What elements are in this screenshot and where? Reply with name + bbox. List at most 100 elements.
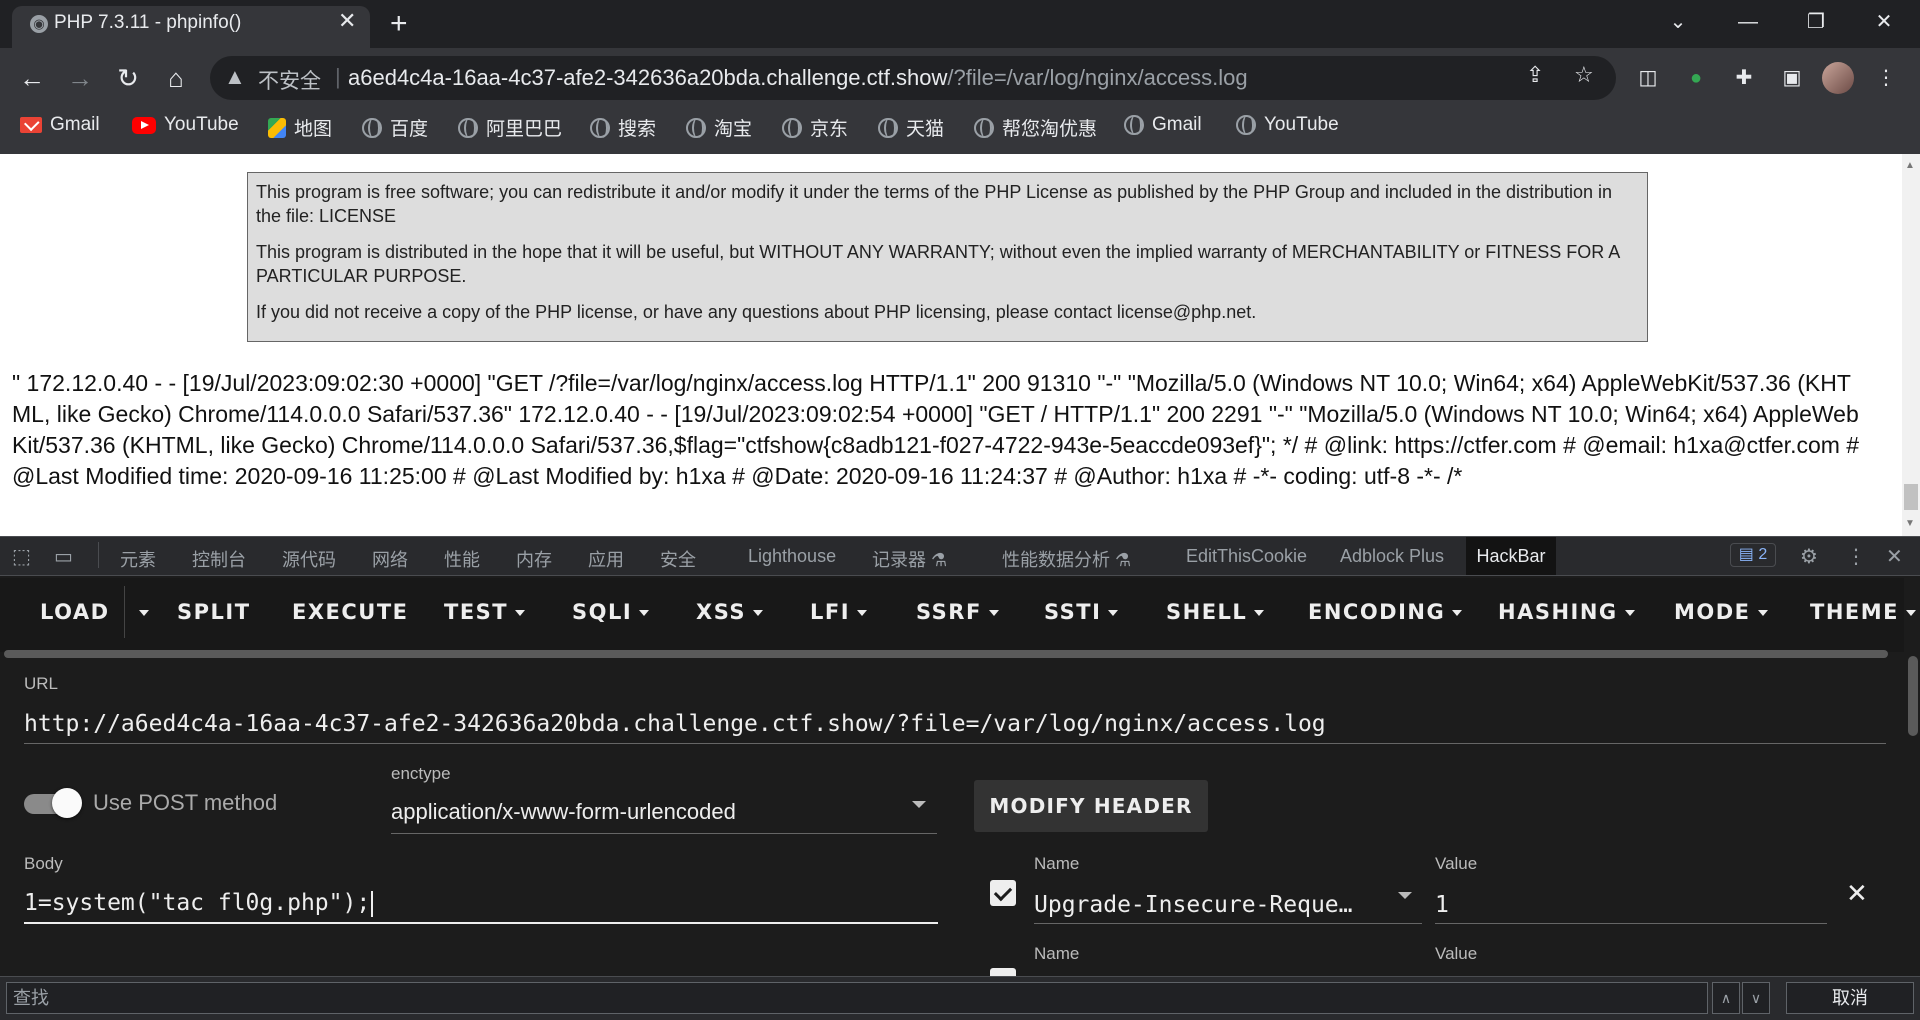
license-paragraph: If you did not receive a copy of the PHP… [256, 302, 1257, 322]
chevron-down-icon[interactable] [1398, 892, 1412, 899]
devtools-tab-performance[interactable]: 性能 [444, 546, 480, 572]
inspect-element-icon[interactable]: ⬚ [12, 544, 31, 569]
hackbar-encoding-menu[interactable]: ENCODING [1308, 600, 1463, 624]
bookmark-item[interactable]: YouTube [1236, 114, 1339, 136]
home-icon[interactable]: ⌂ [158, 60, 194, 96]
bookmark-item[interactable]: 淘宝 [686, 114, 752, 141]
hackbar-load-dropdown[interactable] [132, 600, 149, 624]
share-icon[interactable]: ⇪ [1526, 62, 1544, 88]
hackbar-shell-menu[interactable]: SHELL [1166, 600, 1265, 624]
bookmark-item[interactable]: 天猫 [878, 114, 944, 141]
bookmark-item[interactable]: Gmail [20, 114, 100, 136]
menu-icon[interactable]: ⋮ [1870, 62, 1902, 94]
modify-header-button[interactable]: MODIFY HEADER [974, 780, 1208, 832]
devtools-tab-recorder[interactable]: 记录器 ⚗ [872, 546, 947, 572]
side-panel-icon[interactable]: ▣ [1776, 62, 1808, 94]
header-value-label: Value [1435, 854, 1478, 873]
devtools-tab-hackbar[interactable]: HackBar [1466, 537, 1556, 575]
devtools-tab-adblock[interactable]: Adblock Plus [1340, 546, 1444, 567]
find-prev-icon[interactable]: ∧ [1712, 982, 1740, 1014]
devtools-tab-sources[interactable]: 源代码 [282, 546, 336, 572]
devtools-tab-editthiscookie[interactable]: EditThisCookie [1186, 546, 1307, 567]
page-scrollbar-thumb[interactable] [1904, 484, 1918, 510]
menu-label: SQLI [572, 600, 633, 624]
puzzle-icon[interactable]: ✚ [1728, 62, 1760, 94]
hackbar-sqli-menu[interactable]: SQLI [572, 600, 650, 624]
scroll-down-icon[interactable]: ▼ [1905, 518, 1915, 529]
hackbar-ssti-menu[interactable]: SSTI [1044, 600, 1119, 624]
extension-icon[interactable]: ◫ [1632, 62, 1664, 94]
menu-label: THEME [1810, 600, 1899, 624]
tab-search-icon[interactable]: ⌄ [1650, 4, 1706, 40]
settings-gear-icon[interactable]: ⚙ [1800, 544, 1818, 569]
hackbar-ssrf-menu[interactable]: SSRF [916, 600, 999, 624]
devtools-menu-icon[interactable]: ⋮ [1846, 544, 1866, 569]
header-value-input[interactable]: 1 [1435, 890, 1827, 924]
bookmark-item[interactable]: 帮您淘优惠 [974, 114, 1097, 141]
bookmark-item[interactable]: YouTube [132, 114, 239, 136]
devtools-tab-console[interactable]: 控制台 [192, 546, 246, 572]
warning-icon[interactable]: ▲ [224, 64, 246, 90]
globe-icon [458, 117, 478, 138]
find-next-icon[interactable]: ∨ [1742, 982, 1770, 1014]
bookmark-item[interactable]: 百度 [362, 114, 428, 141]
header-name-input[interactable]: Upgrade-Insecure-Reque… [1034, 890, 1422, 924]
bookmark-label: 帮您淘优惠 [1002, 119, 1098, 140]
body-input[interactable]: 1=system("tac fl0g.php"); [24, 882, 938, 924]
hackbar-execute-button[interactable]: EXECUTE [292, 600, 409, 624]
post-toggle-label[interactable]: Use POST method [93, 790, 277, 816]
hackbar-vertical-scrollbar[interactable] [1908, 656, 1918, 736]
hackbar-hashing-menu[interactable]: HASHING [1498, 600, 1635, 624]
url-label: URL [24, 674, 59, 693]
post-toggle-knob[interactable] [52, 788, 82, 818]
close-devtools-icon[interactable]: ✕ [1886, 544, 1903, 569]
chevron-down-icon[interactable] [912, 801, 926, 808]
hackbar-split-button[interactable]: SPLIT [177, 600, 251, 624]
device-toolbar-icon[interactable]: ▭ [54, 544, 73, 569]
new-tab-button[interactable]: + [390, 6, 408, 42]
devtools-tab-network[interactable]: 网络 [372, 546, 408, 572]
enctype-select[interactable]: application/x-www-form-urlencoded [391, 790, 937, 834]
remove-header-icon[interactable]: ✕ [1846, 878, 1868, 909]
hackbar-horizontal-scrollbar[interactable] [4, 650, 1888, 658]
find-input[interactable]: 查找 [6, 982, 1708, 1014]
minimize-button[interactable]: — [1720, 4, 1776, 40]
globe-icon: ◉ [30, 15, 48, 33]
extension-green-icon[interactable]: ● [1680, 62, 1712, 94]
bookmark-item[interactable]: 阿里巴巴 [458, 114, 562, 141]
bookmark-star-icon[interactable]: ☆ [1574, 62, 1594, 88]
forward-icon[interactable]: → [62, 60, 98, 96]
address-url[interactable]: a6ed4c4a-16aa-4c37-afe2-342636a20bda.cha… [348, 65, 1248, 91]
find-cancel-button[interactable]: 取消 [1786, 982, 1914, 1014]
devtools-tab-application[interactable]: 应用 [588, 546, 624, 572]
scroll-up-icon[interactable]: ▲ [1905, 160, 1915, 171]
profile-avatar[interactable] [1822, 62, 1854, 94]
hackbar-lfi-menu[interactable]: LFI [810, 600, 868, 624]
hackbar-load-button[interactable]: LOAD [40, 600, 110, 624]
devtools-tab-elements[interactable]: 元素 [120, 546, 156, 572]
security-label[interactable]: 不安全 [258, 65, 321, 95]
reload-icon[interactable]: ↻ [110, 60, 146, 96]
devtools-tab-lighthouse[interactable]: Lighthouse [748, 546, 836, 567]
bookmark-item[interactable]: 京东 [782, 114, 848, 141]
bookmark-item[interactable]: Gmail [1124, 114, 1202, 136]
close-window-button[interactable]: ✕ [1856, 4, 1912, 40]
close-tab-icon[interactable]: ✕ [338, 8, 356, 34]
hackbar-xss-menu[interactable]: XSS [696, 600, 763, 624]
hackbar-mode-menu[interactable]: MODE [1674, 600, 1768, 624]
hackbar-theme-menu[interactable]: THEME [1810, 600, 1916, 624]
bookmark-item[interactable]: 地图 [268, 114, 332, 141]
hackbar-test-menu[interactable]: TEST [444, 600, 526, 624]
issues-count: 2 [1758, 546, 1768, 563]
maps-icon [268, 117, 286, 138]
restore-button[interactable]: ❐ [1788, 4, 1844, 40]
devtools-tab-memory[interactable]: 内存 [516, 546, 552, 572]
devtools-tab-performance-insights[interactable]: 性能数据分析 ⚗ [1002, 546, 1131, 572]
bookmark-item[interactable]: 搜索 [590, 114, 656, 141]
devtools-tab-security[interactable]: 安全 [660, 546, 696, 572]
issues-badge[interactable]: ▤ 2 [1730, 543, 1776, 567]
license-paragraph: This program is free software; you can r… [256, 182, 1613, 226]
url-input[interactable]: http://a6ed4c4a-16aa-4c37-afe2-342636a20… [24, 700, 1886, 744]
back-icon[interactable]: ← [14, 60, 50, 96]
page-scrollbar[interactable] [1902, 154, 1920, 536]
